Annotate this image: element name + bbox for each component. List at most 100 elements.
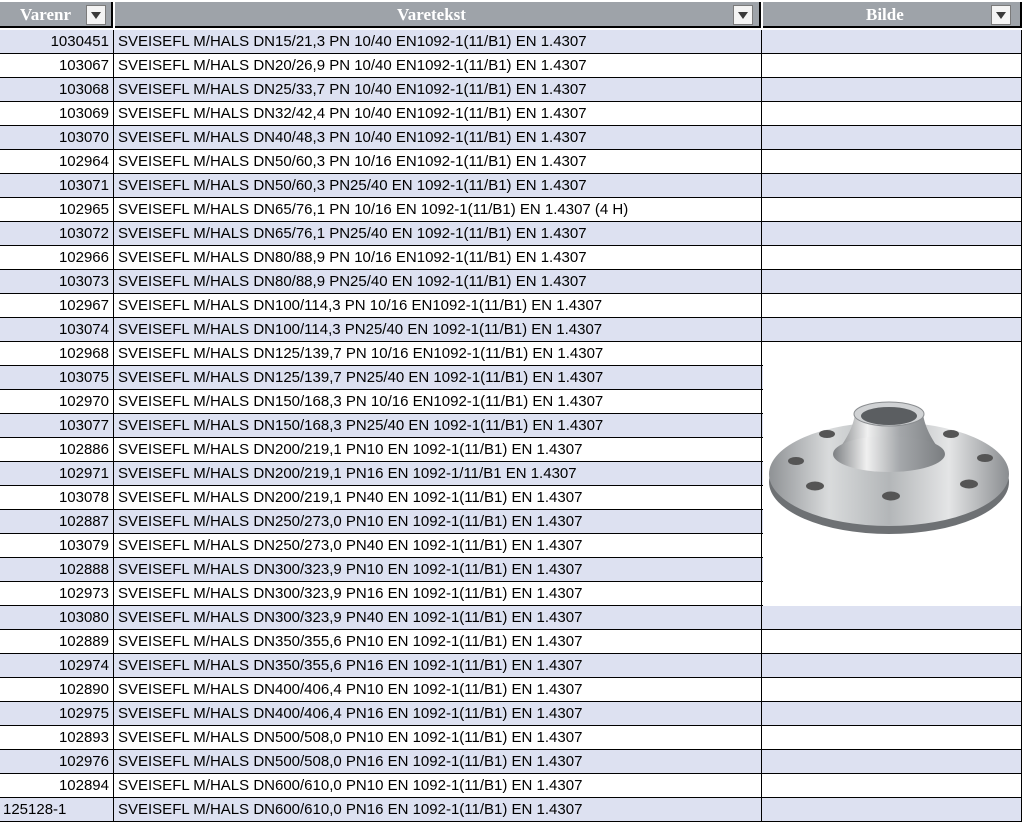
varetekst-cell[interactable]: SVEISEFL M/HALS DN250/273,0 PN40 EN 1092… [114,534,762,558]
varetekst-cell[interactable]: SVEISEFL M/HALS DN300/323,9 PN40 EN 1092… [114,606,762,630]
varetekst-cell[interactable]: SVEISEFL M/HALS DN200/219,1 PN40 EN 1092… [114,486,762,510]
table-row[interactable]: 102975 SVEISEFL M/HALS DN400/406,4 PN16 E… [0,702,1022,726]
varenr-cell[interactable]: 103071 [0,174,114,198]
bilde-cell[interactable] [762,678,1022,702]
varenr-cell[interactable]: 102893 [0,726,114,750]
filter-dropdown-icon[interactable] [86,5,106,25]
varenr-cell[interactable]: 103078 [0,486,114,510]
varetekst-cell[interactable]: SVEISEFL M/HALS DN100/114,3 PN25/40 EN 1… [114,318,762,342]
filter-dropdown-icon[interactable] [733,5,753,25]
table-row[interactable]: 102889 SVEISEFL M/HALS DN350/355,6 PN10 E… [0,630,1022,654]
varetekst-cell[interactable]: SVEISEFL M/HALS DN50/60,3 PN25/40 EN 109… [114,174,762,198]
table-row[interactable]: 103069 SVEISEFL M/HALS DN32/42,4 PN 10/40… [0,102,1022,126]
column-header-varetekst[interactable]: Varetekst [115,2,761,28]
bilde-cell[interactable] [762,30,1022,54]
flange-photo[interactable] [763,344,1021,606]
varenr-cell[interactable]: 103077 [0,414,114,438]
varetekst-cell[interactable]: SVEISEFL M/HALS DN350/355,6 PN10 EN 1092… [114,630,762,654]
varetekst-cell[interactable]: SVEISEFL M/HALS DN400/406,4 PN10 EN 1092… [114,678,762,702]
table-row[interactable]: 125128-1 SVEISEFL M/HALS DN600/610,0 PN16… [0,798,1022,822]
varetekst-cell[interactable]: SVEISEFL M/HALS DN40/48,3 PN 10/40 EN109… [114,126,762,150]
varetekst-cell[interactable]: SVEISEFL M/HALS DN500/508,0 PN16 EN 1092… [114,750,762,774]
table-row[interactable]: 102894 SVEISEFL M/HALS DN600/610,0 PN10 E… [0,774,1022,798]
bilde-cell[interactable] [762,318,1022,342]
varetekst-cell[interactable]: SVEISEFL M/HALS DN500/508,0 PN10 EN 1092… [114,726,762,750]
varenr-cell[interactable]: 102886 [0,438,114,462]
table-row[interactable]: 102890 SVEISEFL M/HALS DN400/406,4 PN10 E… [0,678,1022,702]
bilde-cell[interactable] [762,102,1022,126]
varetekst-cell[interactable]: SVEISEFL M/HALS DN125/139,7 PN25/40 EN 1… [114,366,762,390]
varetekst-cell[interactable]: SVEISEFL M/HALS DN25/33,7 PN 10/40 EN109… [114,78,762,102]
varenr-cell[interactable]: 102894 [0,774,114,798]
varenr-cell[interactable]: 102964 [0,150,114,174]
varenr-cell[interactable]: 102970 [0,390,114,414]
varenr-cell[interactable]: 102889 [0,630,114,654]
varenr-cell[interactable]: 103074 [0,318,114,342]
varetekst-cell[interactable]: SVEISEFL M/HALS DN80/88,9 PN 10/16 EN109… [114,246,762,270]
table-row[interactable]: 103074 SVEISEFL M/HALS DN100/114,3 PN25/4… [0,318,1022,342]
table-row[interactable]: 102964 SVEISEFL M/HALS DN50/60,3 PN 10/16… [0,150,1022,174]
bilde-cell[interactable] [762,798,1022,822]
varetekst-cell[interactable]: SVEISEFL M/HALS DN400/406,4 PN16 EN 1092… [114,702,762,726]
varetekst-cell[interactable]: SVEISEFL M/HALS DN80/88,9 PN25/40 EN 109… [114,270,762,294]
bilde-cell[interactable] [762,222,1022,246]
varenr-cell[interactable]: 1030451 [0,30,114,54]
bilde-cell[interactable] [762,726,1022,750]
varetekst-cell[interactable]: SVEISEFL M/HALS DN100/114,3 PN 10/16 EN1… [114,294,762,318]
table-row[interactable]: 103072 SVEISEFL M/HALS DN65/76,1 PN25/40 … [0,222,1022,246]
table-row[interactable]: 102966 SVEISEFL M/HALS DN80/88,9 PN 10/16… [0,246,1022,270]
varetekst-cell[interactable]: SVEISEFL M/HALS DN200/219,1 PN10 EN 1092… [114,438,762,462]
table-row[interactable]: 102965 SVEISEFL M/HALS DN65/76,1 PN 10/16… [0,198,1022,222]
varenr-cell[interactable]: 102971 [0,462,114,486]
table-row[interactable]: 103080 SVEISEFL M/HALS DN300/323,9 PN40 E… [0,606,1022,630]
varetekst-cell[interactable]: SVEISEFL M/HALS DN350/355,6 PN16 EN 1092… [114,654,762,678]
varenr-cell[interactable]: 102967 [0,294,114,318]
bilde-cell[interactable] [762,630,1022,654]
column-header-bilde[interactable]: Bilde [763,2,1022,28]
varetekst-cell[interactable]: SVEISEFL M/HALS DN125/139,7 PN 10/16 EN1… [114,342,762,366]
varenr-cell[interactable]: 103069 [0,102,114,126]
varetekst-cell[interactable]: SVEISEFL M/HALS DN300/323,9 PN10 EN 1092… [114,558,762,582]
varenr-cell[interactable]: 102888 [0,558,114,582]
bilde-cell[interactable] [762,270,1022,294]
varetekst-cell[interactable]: SVEISEFL M/HALS DN200/219,1 PN16 EN 1092… [114,462,762,486]
varetekst-cell[interactable]: SVEISEFL M/HALS DN15/21,3 PN 10/40 EN109… [114,30,762,54]
filter-dropdown-icon[interactable] [991,5,1011,25]
bilde-cell[interactable] [762,750,1022,774]
varenr-cell[interactable]: 103067 [0,54,114,78]
varetekst-cell[interactable]: SVEISEFL M/HALS DN32/42,4 PN 10/40 EN109… [114,102,762,126]
table-row[interactable]: 103068 SVEISEFL M/HALS DN25/33,7 PN 10/40… [0,78,1022,102]
varetekst-cell[interactable]: SVEISEFL M/HALS DN600/610,0 PN10 EN 1092… [114,774,762,798]
bilde-cell[interactable] [762,774,1022,798]
table-row[interactable]: 102967 SVEISEFL M/HALS DN100/114,3 PN 10/… [0,294,1022,318]
varenr-cell[interactable]: 103075 [0,366,114,390]
varetekst-cell[interactable]: SVEISEFL M/HALS DN300/323,9 PN16 EN 1092… [114,582,762,606]
table-row[interactable]: 102974 SVEISEFL M/HALS DN350/355,6 PN16 E… [0,654,1022,678]
varenr-cell[interactable]: 102976 [0,750,114,774]
varenr-cell[interactable]: 102966 [0,246,114,270]
bilde-cell[interactable] [762,150,1022,174]
table-row[interactable]: 1030451 SVEISEFL M/HALS DN15/21,3 PN 10/4… [0,30,1022,54]
bilde-cell[interactable] [762,606,1022,630]
varetekst-cell[interactable]: SVEISEFL M/HALS DN20/26,9 PN 10/40 EN109… [114,54,762,78]
bilde-cell[interactable] [762,702,1022,726]
bilde-cell[interactable] [762,54,1022,78]
varetekst-cell[interactable]: SVEISEFL M/HALS DN65/76,1 PN25/40 EN 109… [114,222,762,246]
varetekst-cell[interactable]: SVEISEFL M/HALS DN250/273,0 PN10 EN 1092… [114,510,762,534]
bilde-cell[interactable] [762,654,1022,678]
varenr-cell[interactable]: 102965 [0,198,114,222]
varenr-cell[interactable]: 102974 [0,654,114,678]
varenr-cell[interactable]: 102890 [0,678,114,702]
varenr-cell[interactable]: 103080 [0,606,114,630]
bilde-cell[interactable] [762,126,1022,150]
varenr-cell[interactable]: 102973 [0,582,114,606]
table-row[interactable]: 103073 SVEISEFL M/HALS DN80/88,9 PN25/40 … [0,270,1022,294]
varenr-cell[interactable]: 103073 [0,270,114,294]
varenr-cell[interactable]: 125128-1 [0,798,114,822]
table-row[interactable]: 102893 SVEISEFL M/HALS DN500/508,0 PN10 E… [0,726,1022,750]
bilde-cell[interactable] [762,198,1022,222]
bilde-cell[interactable] [762,174,1022,198]
varetekst-cell[interactable]: SVEISEFL M/HALS DN65/76,1 PN 10/16 EN 10… [114,198,762,222]
column-header-varenr[interactable]: Varenr [0,2,113,28]
table-row[interactable]: 102976 SVEISEFL M/HALS DN500/508,0 PN16 E… [0,750,1022,774]
